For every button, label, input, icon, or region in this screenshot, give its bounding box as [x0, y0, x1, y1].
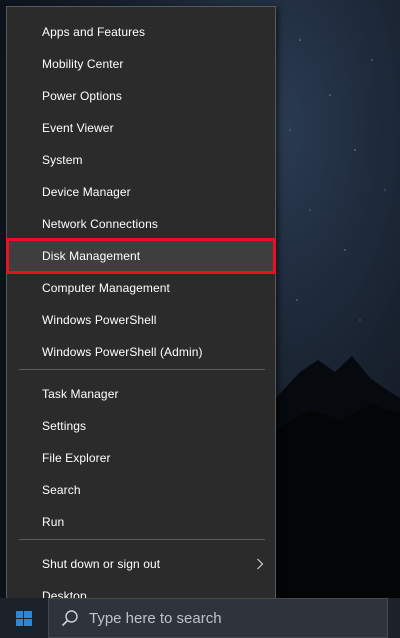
menu-item-shut-down-or-sign-out[interactable]: Shut down or sign out — [8, 548, 274, 580]
menu-item-windows-powershell-admin[interactable]: Windows PowerShell (Admin) — [8, 336, 274, 368]
search-icon — [61, 610, 78, 627]
menu-item-device-manager[interactable]: Device Manager — [8, 176, 274, 208]
windows-logo-icon — [16, 611, 32, 626]
menu-item-power-options[interactable]: Power Options — [8, 80, 274, 112]
menu-item-settings[interactable]: Settings — [8, 410, 274, 442]
menu-item-disk-management[interactable]: Disk Management — [6, 238, 276, 274]
menu-item-search[interactable]: Search — [8, 474, 274, 506]
taskbar: Type here to search — [0, 598, 400, 638]
menu-separator — [19, 539, 265, 540]
menu-item-windows-powershell[interactable]: Windows PowerShell — [8, 304, 274, 336]
start-button[interactable] — [0, 598, 48, 638]
menu-item-file-explorer[interactable]: File Explorer — [8, 442, 274, 474]
menu-item-system[interactable]: System — [8, 144, 274, 176]
chevron-right-icon — [257, 558, 264, 570]
power-user-menu: Apps and Features Mobility Center Power Op… — [6, 6, 276, 619]
menu-item-run[interactable]: Run — [8, 506, 274, 538]
menu-item-event-viewer[interactable]: Event Viewer — [8, 112, 274, 144]
taskbar-search-box[interactable]: Type here to search — [48, 598, 388, 638]
menu-item-apps-and-features[interactable]: Apps and Features — [8, 16, 274, 48]
menu-item-computer-management[interactable]: Computer Management — [8, 272, 274, 304]
menu-separator — [19, 369, 265, 370]
menu-item-task-manager[interactable]: Task Manager — [8, 378, 274, 410]
search-placeholder: Type here to search — [89, 610, 222, 627]
menu-item-network-connections[interactable]: Network Connections — [8, 208, 274, 240]
menu-item-mobility-center[interactable]: Mobility Center — [8, 48, 274, 80]
